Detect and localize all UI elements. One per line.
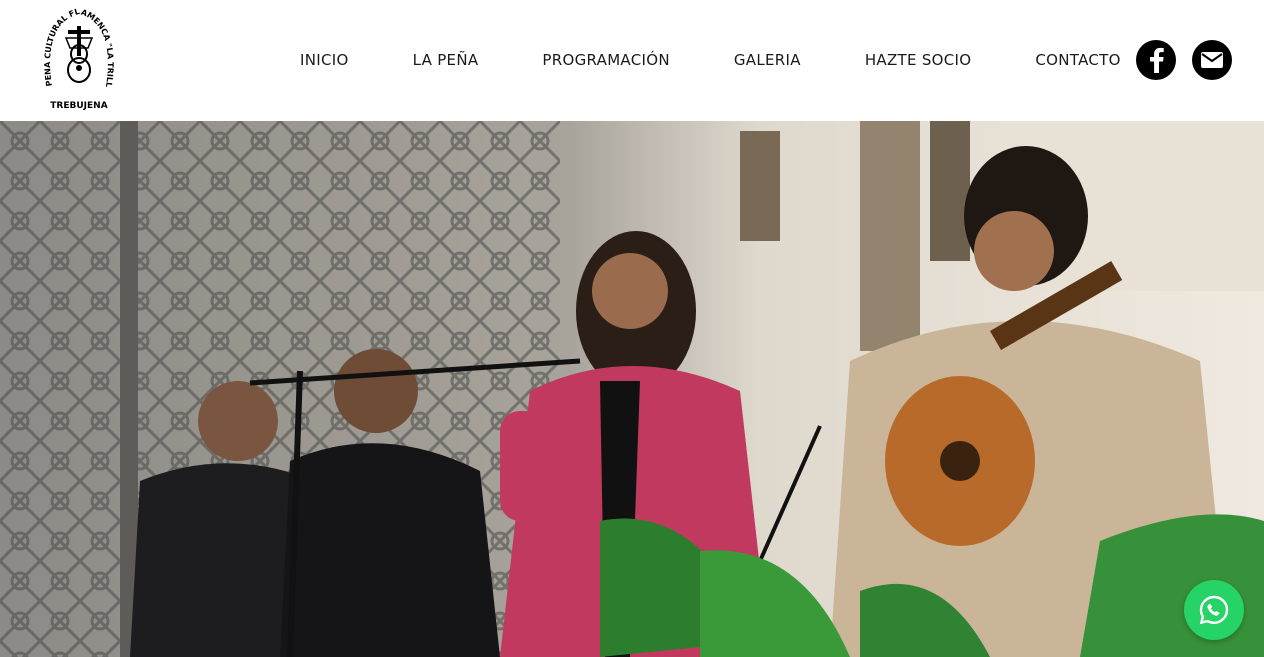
email-button[interactable] [1192, 40, 1232, 80]
flamenco-performance-photo [0, 121, 1264, 657]
hero-image [0, 121, 1264, 657]
logo-bottom-text: TREBUJENA [50, 101, 107, 111]
nav-item-programacion[interactable]: PROGRAMACIÓN [542, 50, 669, 70]
main-nav: INICIO LA PEÑA PROGRAMACIÓN GALERIA HAZT… [300, 50, 1121, 70]
nav-item-inicio[interactable]: INICIO [300, 50, 349, 70]
whatsapp-icon [1199, 595, 1229, 625]
whatsapp-button[interactable] [1184, 580, 1244, 640]
facebook-button[interactable] [1136, 40, 1176, 80]
nav-item-la-pena[interactable]: LA PEÑA [413, 50, 479, 70]
logo-emblem: PEÑA CULTURAL FLAMENCA "LA TRILLA" TREBU… [41, 1, 115, 111]
facebook-icon [1150, 47, 1164, 73]
nav-item-contacto[interactable]: CONTACTO [1035, 50, 1120, 70]
nav-item-hazte-socio[interactable]: HAZTE SOCIO [865, 50, 972, 70]
mail-icon [1201, 52, 1223, 68]
site-header: PEÑA CULTURAL FLAMENCA "LA TRILLA" TREBU… [0, 0, 1264, 121]
site-logo[interactable]: PEÑA CULTURAL FLAMENCA "LA TRILLA" TREBU… [41, 1, 115, 112]
nav-item-galeria[interactable]: GALERIA [734, 50, 801, 70]
